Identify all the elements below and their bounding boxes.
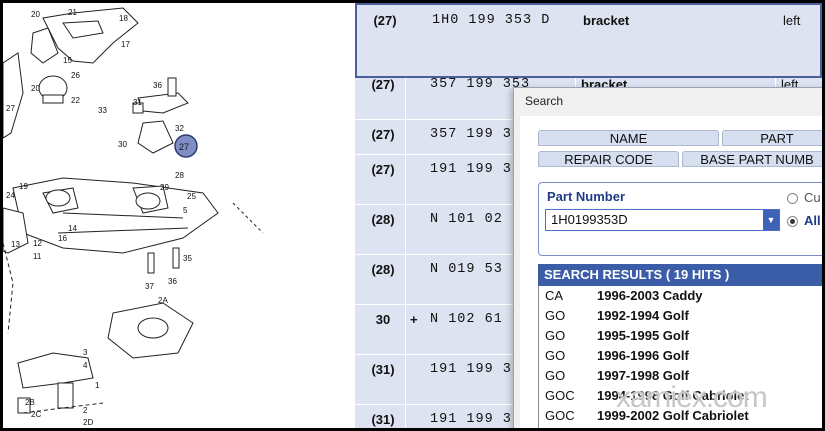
ref-cell: (28) xyxy=(371,212,395,227)
callout-20: 20 xyxy=(31,10,40,19)
callout-37: 37 xyxy=(145,282,154,291)
result-code: CA xyxy=(545,288,564,303)
radio-all[interactable]: All xyxy=(787,213,821,228)
ref-cell: (27) xyxy=(371,77,395,92)
result-description: 1996-2003 Caddy xyxy=(597,288,703,303)
part-number-select[interactable]: 1H0199353D ▼ xyxy=(545,209,780,231)
part-number-label: Part Number xyxy=(547,189,626,204)
callout-13: 13 xyxy=(11,240,20,249)
table-row[interactable]: (27) 1H0 199 353 D bracket left xyxy=(355,3,822,78)
tab-name[interactable]: NAME xyxy=(538,130,719,146)
callout-31: 31 xyxy=(133,98,142,107)
part-number-group: Part Number 1H0199353D ▼ Cu All xyxy=(538,182,822,256)
callout-16: 16 xyxy=(58,234,67,243)
flag-cell: + xyxy=(410,312,418,327)
callout-5: 5 xyxy=(183,206,188,215)
list-item[interactable]: GO 1996-1996 Golf xyxy=(539,346,822,366)
list-item[interactable]: GO 1992-1994 Golf xyxy=(539,306,822,326)
ref-cell: (27) xyxy=(371,162,395,177)
watermark: xarniex.com xyxy=(616,381,768,414)
callout-2: 2 xyxy=(83,406,88,415)
callout-19: 19 xyxy=(19,182,28,191)
ref-cell: (27) xyxy=(371,127,395,142)
list-item[interactable]: CA 1996-2003 Caddy xyxy=(539,286,822,306)
callout-11: 11 xyxy=(33,252,42,261)
dialog-title: Search xyxy=(525,94,564,108)
part-number-cell: N 019 53 xyxy=(430,262,503,277)
description-cell: bracket xyxy=(583,13,630,28)
radio-current-icon xyxy=(787,193,798,205)
list-item[interactable]: GO 1995-1995 Golf xyxy=(539,326,822,346)
part-number-cell: 1H0 199 353 D xyxy=(432,13,551,28)
tab-repair-code[interactable]: REPAIR CODE xyxy=(538,151,679,167)
tab-part[interactable]: PART xyxy=(722,130,822,146)
ref-cell: (28) xyxy=(371,262,395,277)
radio-all-icon xyxy=(787,216,798,228)
callout-3: 3 xyxy=(83,348,88,357)
ref-cell: (27) xyxy=(373,13,397,28)
callout-30: 30 xyxy=(118,140,127,149)
callout-20b: 20 xyxy=(31,84,40,93)
result-code: GO xyxy=(545,368,566,383)
ref-cell: 30 xyxy=(375,312,391,327)
result-code: GO xyxy=(545,348,566,363)
callout-12: 12 xyxy=(33,239,42,248)
callout-28: 28 xyxy=(175,171,184,180)
result-code: GOC xyxy=(545,408,575,423)
parts-diagram: 20 21 18 17 15 26 22 20 27 36 33 31 32 3… xyxy=(3,3,355,428)
ref-cell: (31) xyxy=(371,362,395,377)
part-number-cell: 191 199 35 xyxy=(430,362,522,377)
callout-highlight[interactable]: 27 xyxy=(174,134,198,158)
callout-21: 21 xyxy=(68,8,77,17)
radio-current-label: Cu xyxy=(804,190,821,205)
result-code: GO xyxy=(545,308,566,323)
part-number-cell: 191 199 3 xyxy=(430,412,512,427)
result-description: 1996-1996 Golf xyxy=(597,348,689,363)
app-frame: 20 21 18 17 15 26 22 20 27 36 33 31 32 3… xyxy=(3,3,822,428)
callout-2D: 2D xyxy=(83,418,93,427)
radio-all-label: All xyxy=(804,213,821,228)
result-code: GOC xyxy=(545,388,575,403)
callout-1: 1 xyxy=(95,381,100,390)
callout-2B: 2B xyxy=(25,398,35,407)
callout-36b: 36 xyxy=(168,277,177,286)
callout-29: 29 xyxy=(160,183,169,192)
callout-17: 17 xyxy=(121,40,130,49)
callout-32: 32 xyxy=(175,124,184,133)
ref-cell: (31) xyxy=(371,412,395,427)
part-number-cell: N 102 61 xyxy=(430,312,503,327)
position-cell: left xyxy=(783,13,801,28)
callout-24: 24 xyxy=(6,191,15,200)
callout-4: 4 xyxy=(83,361,88,370)
chevron-down-icon[interactable]: ▼ xyxy=(763,210,779,230)
callout-18: 18 xyxy=(119,14,128,23)
diagram-drawing: 20 21 18 17 15 26 22 20 27 36 33 31 32 3… xyxy=(3,7,264,427)
callout-35: 35 xyxy=(183,254,192,263)
result-description: 1995-1995 Golf xyxy=(597,328,689,343)
callout-22: 22 xyxy=(71,96,80,105)
tab-base-part-number[interactable]: BASE PART NUMB xyxy=(682,151,822,167)
callout-27b: 27 xyxy=(6,104,15,113)
callout-36: 36 xyxy=(153,81,162,90)
callout-highlight-label: 27 xyxy=(179,142,189,152)
part-number-cell: N 101 02 xyxy=(430,212,503,227)
callout-26: 26 xyxy=(71,71,80,80)
part-number-cell: 191 199 35 xyxy=(430,162,522,177)
part-number-cell: 357 199 35 xyxy=(430,127,522,142)
radio-current[interactable]: Cu xyxy=(787,190,821,205)
search-results-title: SEARCH RESULTS ( 19 HITS ) xyxy=(544,267,730,282)
part-number-value: 1H0199353D xyxy=(551,212,628,227)
callout-2C: 2C xyxy=(31,410,41,419)
search-dialog: Search NAME PART REPAIR CODE BASE PART N… xyxy=(513,87,822,428)
callout-33: 33 xyxy=(98,106,107,115)
callout-2A: 2A xyxy=(158,296,168,305)
callout-14: 14 xyxy=(68,224,77,233)
result-description: 1992-1994 Golf xyxy=(597,308,689,323)
callout-25: 25 xyxy=(187,192,196,201)
result-code: GO xyxy=(545,328,566,343)
search-results-header: SEARCH RESULTS ( 19 HITS ) xyxy=(538,264,822,286)
callout-15: 15 xyxy=(63,56,72,65)
